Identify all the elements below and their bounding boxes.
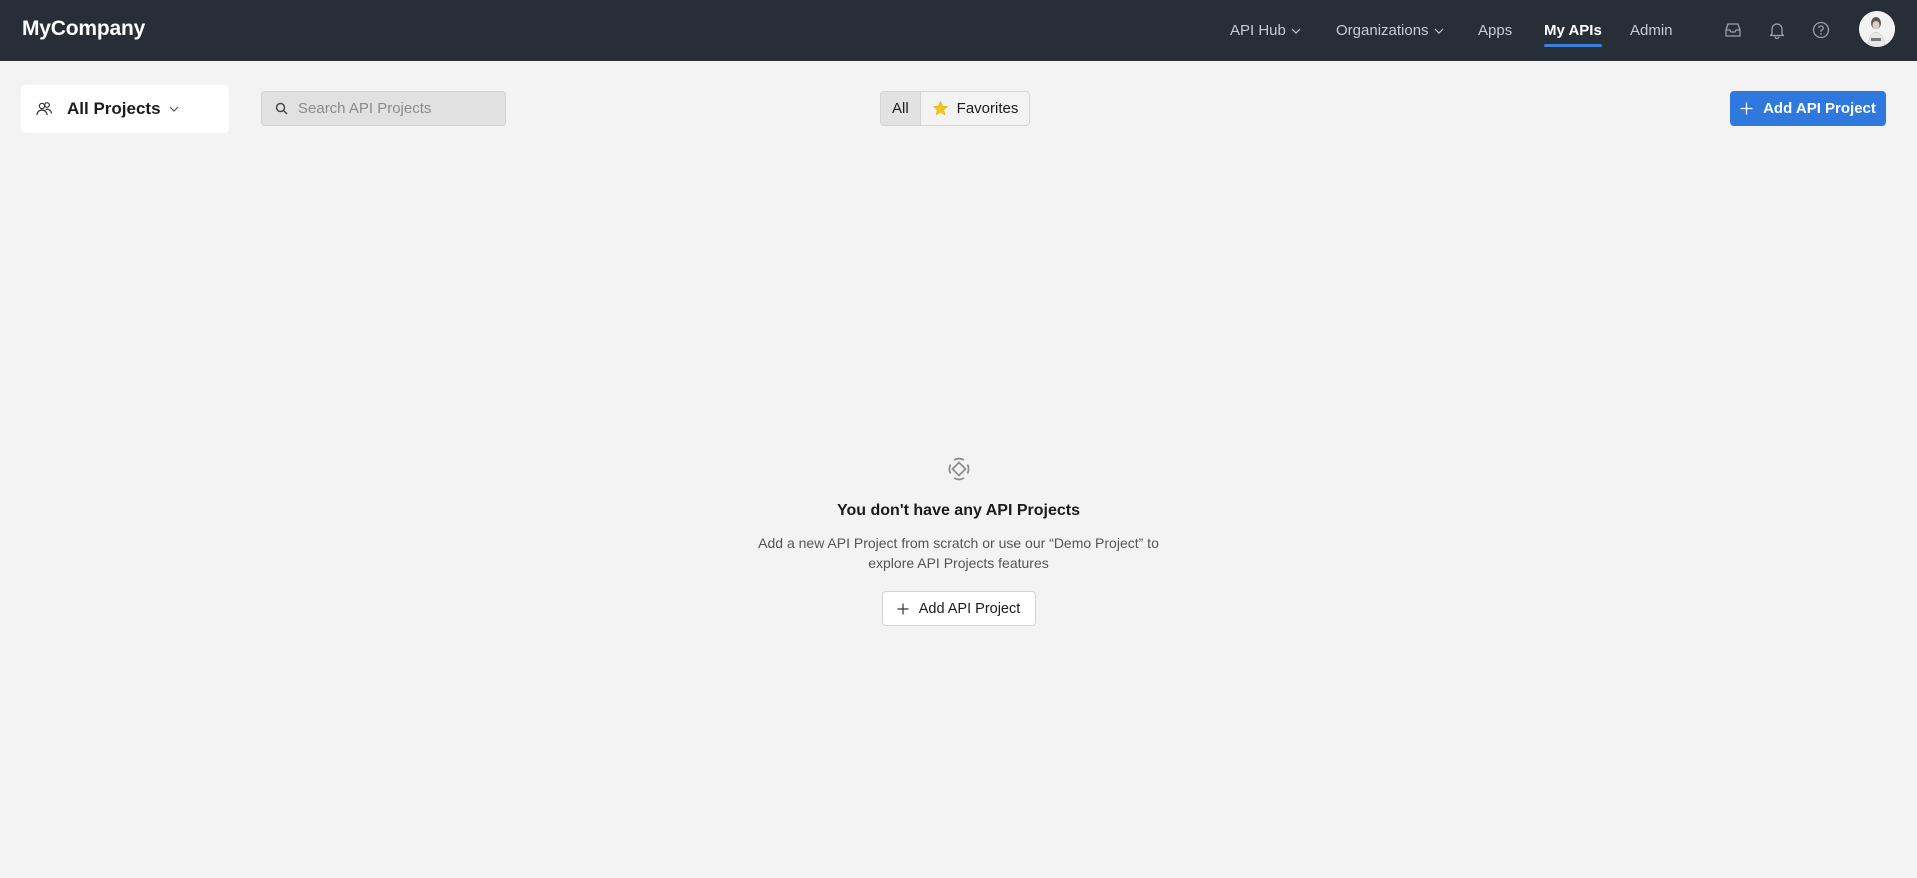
top-navbar: MyCompany API Hub Organizations Apps My … bbox=[0, 0, 1917, 61]
nav-api-hub-label: API Hub bbox=[1230, 22, 1286, 39]
search-icon bbox=[275, 102, 288, 115]
empty-state-description: Add a new API Project from scratch or us… bbox=[758, 535, 1159, 571]
nav-organizations[interactable]: Organizations bbox=[1336, 0, 1444, 61]
nav-my-apis[interactable]: My APIs bbox=[1544, 0, 1602, 61]
segment-all-label: All bbox=[892, 100, 909, 117]
inbox-button[interactable] bbox=[1722, 19, 1744, 41]
users-icon bbox=[36, 102, 53, 116]
empty-state-add-label: Add API Project bbox=[918, 600, 1021, 617]
empty-state-title: You don't have any API Projects bbox=[837, 502, 1080, 519]
search-box bbox=[261, 91, 506, 126]
notifications-button[interactable] bbox=[1766, 19, 1788, 41]
empty-state-add-button[interactable]: Add API Project bbox=[881, 591, 1036, 626]
project-filter-dropdown[interactable]: All Projects bbox=[21, 85, 229, 133]
segment-all[interactable]: All bbox=[881, 92, 921, 125]
bell-icon bbox=[1769, 23, 1785, 39]
chevron-down-icon bbox=[1291, 28, 1301, 34]
nav-my-apis-label: My APIs bbox=[1544, 22, 1602, 39]
avatar-image bbox=[1859, 11, 1895, 47]
api-project-icon bbox=[948, 457, 969, 481]
empty-state: You don't have any API Projects Add a ne… bbox=[0, 455, 1917, 626]
inbox-icon bbox=[1725, 23, 1741, 37]
segment-favorites-label: Favorites bbox=[956, 100, 1019, 117]
nav-apps-label: Apps bbox=[1478, 22, 1513, 39]
search-input[interactable] bbox=[298, 100, 498, 117]
nav-apps[interactable]: Apps bbox=[1478, 0, 1512, 61]
project-filter-label: All Projects bbox=[67, 99, 161, 118]
segment-favorites[interactable]: Favorites bbox=[921, 92, 1030, 125]
nav-admin[interactable]: Admin bbox=[1630, 0, 1673, 61]
plus-icon bbox=[897, 603, 909, 614]
star-icon bbox=[932, 101, 948, 116]
user-avatar[interactable] bbox=[1859, 11, 1895, 47]
nav-organizations-label: Organizations bbox=[1336, 22, 1429, 39]
view-filter-toggle: All Favorites bbox=[880, 91, 1031, 126]
help-button[interactable] bbox=[1810, 19, 1832, 41]
nav-api-hub[interactable]: API Hub bbox=[1230, 0, 1301, 61]
plus-icon bbox=[1740, 102, 1753, 115]
chevron-down-icon bbox=[1434, 28, 1443, 34]
add-api-project-label: Add API Project bbox=[1763, 100, 1876, 117]
brand-logo[interactable]: MyCompany bbox=[22, 17, 145, 41]
help-icon bbox=[1812, 21, 1830, 39]
add-api-project-button[interactable]: Add API Project bbox=[1730, 91, 1886, 126]
chevron-down-icon bbox=[169, 106, 178, 112]
nav-admin-label: Admin bbox=[1630, 22, 1673, 39]
